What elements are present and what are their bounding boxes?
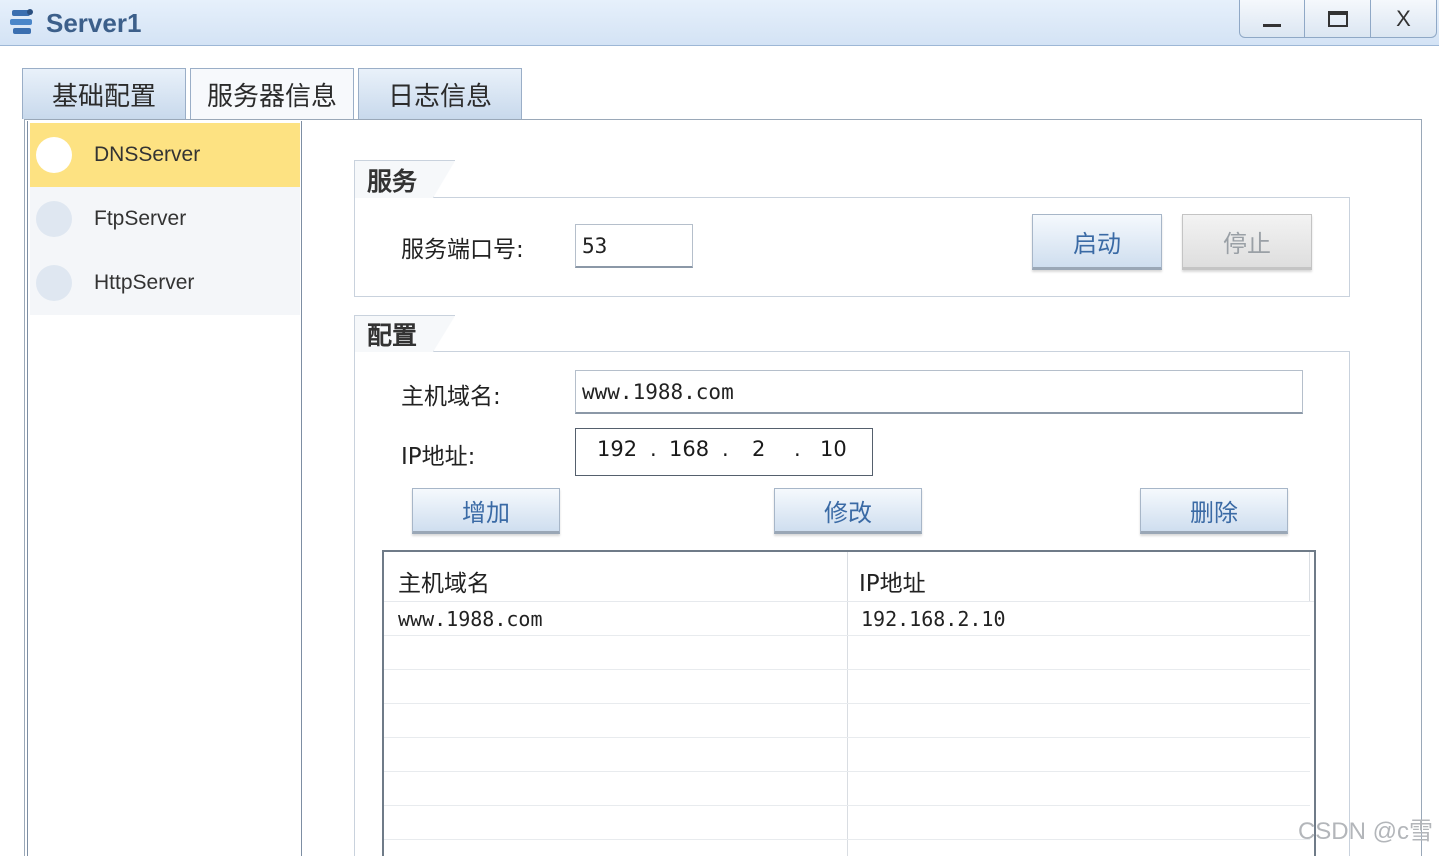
modify-button[interactable]: 修改 — [774, 488, 922, 534]
ip-address-input[interactable]: 192 . 168 . 2 . 10 — [575, 428, 873, 476]
sidebar-item-dnsserver[interactable]: DNSServer — [30, 123, 300, 187]
tab-basic-config[interactable]: 基础配置 — [22, 68, 186, 119]
close-button[interactable]: X — [1371, 0, 1437, 38]
table-header: 主机域名 IP地址 — [384, 552, 1314, 602]
cell-hostname: www.1988.com — [398, 607, 543, 631]
maximize-icon — [1327, 10, 1348, 27]
table-row — [384, 806, 1310, 840]
cell-ip: 192.168.2.10 — [861, 607, 1006, 631]
ip-separator: . — [650, 437, 657, 461]
table-row — [384, 670, 1310, 704]
status-dot-icon — [36, 137, 72, 173]
tab-server-info[interactable]: 服务器信息 — [190, 68, 354, 120]
ip-separator: . — [722, 437, 729, 461]
service-group-title: 服务 — [354, 160, 455, 198]
server-sidebar: DNSServer FtpServer HttpServer — [27, 121, 302, 856]
table-row — [384, 738, 1310, 772]
ip-octet-2[interactable]: 168 — [669, 437, 709, 461]
port-label: 服务端口号: — [401, 237, 524, 263]
tab-log-info[interactable]: 日志信息 — [358, 68, 522, 119]
sidebar-item-httpserver[interactable]: HttpServer — [30, 251, 300, 315]
dns-records-table[interactable]: 主机域名 IP地址 www.1988.com 192.168.2.10 — [382, 550, 1316, 856]
ip-separator: . — [794, 437, 801, 461]
table-row — [384, 772, 1310, 806]
window-controls: X — [1239, 0, 1437, 38]
minimize-button[interactable] — [1239, 0, 1305, 38]
sidebar-item-label: DNSServer — [94, 143, 201, 166]
add-button[interactable]: 增加 — [412, 488, 560, 534]
table-row — [384, 636, 1310, 670]
minimize-icon — [1263, 24, 1281, 27]
ip-octet-3[interactable]: 2 — [752, 437, 765, 461]
ip-octet-1[interactable]: 192 — [597, 437, 637, 461]
window-title: Server1 — [46, 8, 142, 38]
ip-label: IP地址: — [401, 444, 476, 470]
app-icon — [10, 9, 33, 34]
sidebar-item-ftpserver[interactable]: FtpServer — [30, 187, 300, 251]
status-dot-icon — [36, 201, 72, 237]
close-icon: X — [1396, 5, 1411, 31]
start-button[interactable]: 启动 — [1032, 214, 1162, 270]
table-row — [384, 840, 1310, 856]
status-dot-icon — [36, 265, 72, 301]
hostname-label: 主机域名: — [401, 384, 501, 410]
title-bar: Server1 X — [0, 0, 1439, 46]
stop-button[interactable]: 停止 — [1182, 214, 1312, 270]
delete-button[interactable]: 删除 — [1140, 488, 1288, 534]
column-header-ip[interactable]: IP地址 — [859, 564, 926, 598]
table-row — [384, 704, 1310, 738]
column-header-hostname[interactable]: 主机域名 — [398, 564, 490, 598]
port-input[interactable]: 53 — [575, 224, 693, 268]
main-tabs: 基础配置 服务器信息 日志信息 — [22, 68, 526, 120]
table-row[interactable]: www.1988.com 192.168.2.10 — [384, 602, 1310, 636]
maximize-button[interactable] — [1305, 0, 1371, 38]
sidebar-item-label: FtpServer — [94, 207, 187, 230]
watermark: CSDN @c雪 — [1297, 818, 1433, 845]
config-group-title: 配置 — [354, 315, 455, 352]
ip-octet-4[interactable]: 10 — [820, 437, 847, 461]
hostname-input[interactable]: www.1988.com — [575, 370, 1303, 414]
sidebar-item-label: HttpServer — [94, 271, 195, 294]
